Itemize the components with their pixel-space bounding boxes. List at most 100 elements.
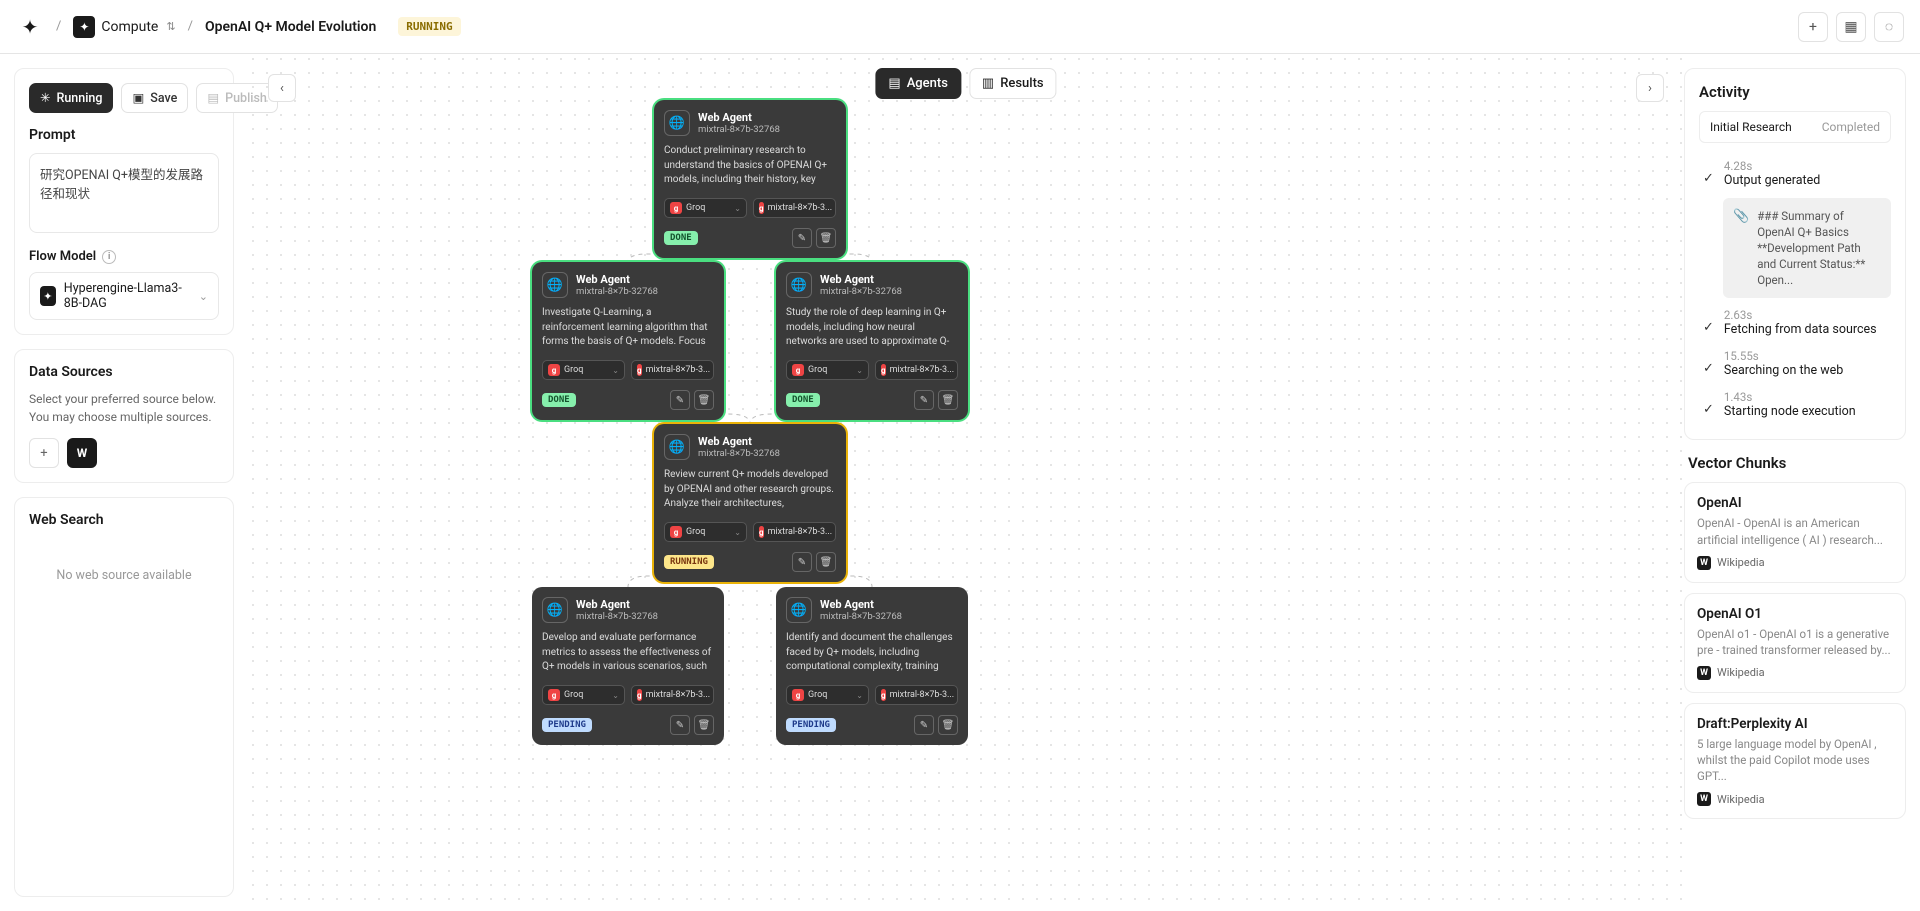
vector-chunk-card[interactable]: OpenAI O1OpenAI o1 - OpenAI o1 is a gene… bbox=[1684, 593, 1906, 693]
event-text: Starting node execution bbox=[1724, 404, 1887, 419]
web-search-empty: No web source available bbox=[29, 538, 219, 613]
node-status-badge: RUNNING bbox=[664, 555, 714, 569]
activity-title: Activity bbox=[1699, 83, 1891, 101]
edit-node-button[interactable]: ✎ bbox=[914, 390, 934, 410]
groq-icon: g bbox=[881, 364, 886, 376]
node-footer: RUNNING ✎🗑 bbox=[664, 552, 836, 572]
agent-node[interactable]: 🌐Web Agentmixtral-8×7b-32768Develop and … bbox=[532, 587, 724, 745]
chunk-title: OpenAI bbox=[1697, 495, 1893, 511]
sparkle-icon: ✦ bbox=[73, 16, 95, 38]
workspace-name: Compute bbox=[101, 19, 158, 35]
node-header: 🌐Web Agentmixtral-8×7b-32768 bbox=[664, 434, 836, 460]
event-time: 1.43s bbox=[1724, 390, 1887, 404]
provider-pill[interactable]: gGroq⌄ bbox=[542, 360, 625, 380]
info-icon[interactable]: i bbox=[102, 250, 116, 264]
model-pill[interactable]: gmixtral-8×7b-3...⌄ bbox=[631, 685, 714, 705]
model-pill[interactable]: gmixtral-8×7b-3...⌄ bbox=[875, 685, 958, 705]
agent-node[interactable]: 🌐Web Agentmixtral-8×7b-32768Conduct prel… bbox=[654, 100, 846, 258]
delete-node-button[interactable]: 🗑 bbox=[694, 715, 714, 735]
provider-pill[interactable]: gGroq⌄ bbox=[786, 685, 869, 705]
source-name: Wikipedia bbox=[1717, 556, 1765, 569]
node-pills: gGroq⌄ gmixtral-8×7b-3...⌄ bbox=[542, 360, 714, 380]
provider-pill[interactable]: gGroq⌄ bbox=[664, 522, 747, 542]
help-line-1: Select your preferred source below. bbox=[29, 390, 219, 408]
edit-icon: ✎ bbox=[920, 395, 928, 406]
trash-icon: 🗑 bbox=[942, 720, 955, 731]
delete-node-button[interactable]: 🗑 bbox=[938, 715, 958, 735]
vector-chunk-card[interactable]: OpenAIOpenAI - OpenAI is an American art… bbox=[1684, 482, 1906, 582]
chevron-updown-icon: ⇅ bbox=[166, 20, 175, 33]
canvas-prev-button[interactable]: ‹ bbox=[268, 74, 296, 102]
data-sources-panel: Data Sources Select your preferred sourc… bbox=[14, 349, 234, 483]
edit-node-button[interactable]: ✎ bbox=[792, 552, 812, 572]
activity-summary[interactable]: 📎 ### Summary of OpenAI Q+ Basics **Deve… bbox=[1723, 198, 1891, 298]
model-name: mixtral-8×7b-3... bbox=[768, 527, 833, 537]
chunk-title: Draft:Perplexity AI bbox=[1697, 716, 1893, 732]
model-pill[interactable]: gmixtral-8×7b-3...⌄ bbox=[631, 360, 714, 380]
agent-node[interactable]: 🌐Web Agentmixtral-8×7b-32768Review curre… bbox=[654, 424, 846, 582]
check-icon: ✓ bbox=[1703, 390, 1714, 419]
provider-pill[interactable]: gGroq⌄ bbox=[542, 685, 625, 705]
agent-node[interactable]: 🌐Web Agentmixtral-8×7b-32768Identify and… bbox=[776, 587, 968, 745]
activity-section-title: Initial Research bbox=[1710, 120, 1792, 134]
vector-chunk-card[interactable]: Draft:Perplexity AI5 large language mode… bbox=[1684, 703, 1906, 819]
model-name: mixtral-8×7b-3... bbox=[646, 690, 711, 700]
model-pill[interactable]: gmixtral-8×7b-3...⌄ bbox=[875, 360, 958, 380]
agent-node[interactable]: 🌐Web Agentmixtral-8×7b-32768Study the ro… bbox=[776, 262, 968, 420]
save-button[interactable]: ▣Save bbox=[121, 83, 188, 113]
activity-section-header[interactable]: Initial Research Completed bbox=[1699, 111, 1891, 143]
help-line-2: You may choose multiple sources. bbox=[29, 408, 219, 426]
chevron-left-icon: ‹ bbox=[280, 81, 284, 96]
canvas-next-button[interactable]: › bbox=[1636, 74, 1664, 102]
wikipedia-source-chip[interactable]: W bbox=[67, 438, 97, 468]
edit-node-button[interactable]: ✎ bbox=[670, 715, 690, 735]
add-source-button[interactable]: + bbox=[29, 438, 59, 468]
provider-pill[interactable]: gGroq⌄ bbox=[786, 360, 869, 380]
user-button[interactable]: ◌ bbox=[1874, 12, 1904, 42]
delete-node-button[interactable]: 🗑 bbox=[816, 228, 836, 248]
edges-layer bbox=[248, 54, 1684, 911]
activity-event: ✓ 2.63s Fetching from data sources bbox=[1699, 302, 1891, 343]
model-pill[interactable]: gmixtral-8×7b-3...⌄ bbox=[753, 522, 836, 542]
node-name: Web Agent bbox=[698, 435, 780, 448]
node-pills: gGroq⌄ gmixtral-8×7b-3...⌄ bbox=[786, 360, 958, 380]
tab-results-label: Results bbox=[1000, 76, 1043, 91]
breadcrumb-workspace[interactable]: ✦ Compute ⇅ bbox=[73, 16, 175, 38]
delete-node-button[interactable]: 🗑 bbox=[816, 552, 836, 572]
globe-icon: 🌐 bbox=[664, 110, 690, 136]
agent-node[interactable]: 🌐Web Agentmixtral-8×7b-32768Investigate … bbox=[532, 262, 724, 420]
page-title[interactable]: OpenAI Q+ Model Evolution bbox=[205, 19, 376, 35]
flow-model-select[interactable]: ✦ Hyperengine-Llama3-8B-DAG ⌄ bbox=[29, 272, 219, 320]
vector-chunks-title: Vector Chunks bbox=[1684, 454, 1906, 472]
edit-node-button[interactable]: ✎ bbox=[914, 715, 934, 735]
tab-agents[interactable]: ▤Agents bbox=[875, 68, 961, 99]
node-pills: gGroq⌄ gmixtral-8×7b-3...⌄ bbox=[664, 198, 836, 218]
delete-node-button[interactable]: 🗑 bbox=[694, 390, 714, 410]
app-logo[interactable]: ✦ bbox=[16, 13, 44, 41]
tab-results[interactable]: ▥Results bbox=[969, 68, 1057, 99]
grid-button[interactable]: ▦ bbox=[1836, 12, 1866, 42]
prompt-panel: ✳Running ▣Save ▤Publish Prompt 研究OPENAI … bbox=[14, 68, 234, 335]
trash-icon: 🗑 bbox=[698, 720, 711, 731]
node-header: 🌐Web Agentmixtral-8×7b-32768 bbox=[786, 272, 958, 298]
provider-name: Groq bbox=[808, 690, 827, 700]
edit-icon: ✎ bbox=[676, 395, 684, 406]
add-button[interactable]: + bbox=[1798, 12, 1828, 42]
node-name: Web Agent bbox=[576, 273, 658, 286]
provider-pill[interactable]: gGroq⌄ bbox=[664, 198, 747, 218]
edit-node-button[interactable]: ✎ bbox=[792, 228, 812, 248]
model-pill[interactable]: gmixtral-8×7b-3...⌄ bbox=[753, 198, 836, 218]
edit-node-button[interactable]: ✎ bbox=[670, 390, 690, 410]
delete-node-button[interactable]: 🗑 bbox=[938, 390, 958, 410]
spinner-icon: ✳ bbox=[40, 90, 50, 106]
trash-icon: 🗑 bbox=[820, 233, 833, 244]
prompt-input[interactable]: 研究OPENAI Q+模型的发展路径和现状 bbox=[29, 153, 219, 233]
chevron-right-icon: › bbox=[1648, 81, 1652, 96]
wikipedia-icon: W bbox=[1697, 556, 1711, 570]
groq-icon: g bbox=[792, 689, 804, 701]
chevron-down-icon: ⌄ bbox=[734, 528, 741, 537]
flow-canvas[interactable]: ‹ › ▤Agents ▥Results + + + + + + + + + 🌐… bbox=[248, 54, 1684, 911]
node-header: 🌐Web Agentmixtral-8×7b-32768 bbox=[542, 597, 714, 623]
activity-event: ✓ 4.28s Output generated bbox=[1699, 153, 1891, 194]
running-button[interactable]: ✳Running bbox=[29, 83, 113, 113]
